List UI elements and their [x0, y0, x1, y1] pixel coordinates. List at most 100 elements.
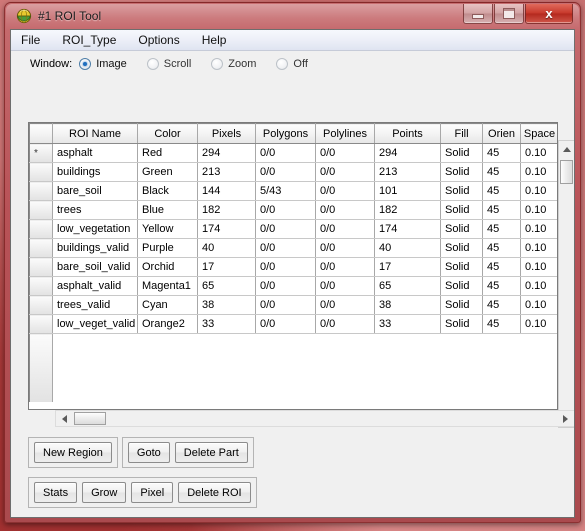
col-header-polylines[interactable]: Polylines: [315, 123, 375, 144]
cell-space[interactable]: 0.10: [520, 238, 557, 258]
cell-orien[interactable]: 45: [482, 238, 521, 258]
cell-orien[interactable]: 45: [482, 143, 521, 163]
cell-pixels[interactable]: 294: [197, 143, 256, 163]
table-row[interactable]: buildings Green 213 0/0 0/0 213 Solid 45…: [29, 162, 557, 182]
cell-pixels[interactable]: 65: [197, 276, 256, 296]
cell-fill[interactable]: Solid: [440, 143, 483, 163]
cell-color[interactable]: Green: [137, 162, 198, 182]
table-row[interactable]: buildings_valid Purple 40 0/0 0/0 40 Sol…: [29, 238, 557, 258]
table-row[interactable]: * asphalt Red 294 0/0 0/0 294 Solid 45 0…: [29, 143, 557, 163]
cell-polygons[interactable]: 0/0: [255, 238, 316, 258]
cell-space[interactable]: 0.10: [520, 200, 557, 220]
cell-pixels[interactable]: 17: [197, 257, 256, 277]
cell-polygons[interactable]: 0/0: [255, 257, 316, 277]
cell-polygons[interactable]: 0/0: [255, 314, 316, 334]
row-marker[interactable]: *: [29, 143, 53, 163]
cell-polygons[interactable]: 0/0: [255, 200, 316, 220]
cell-space[interactable]: 0.10: [520, 162, 557, 182]
row-marker[interactable]: [29, 276, 53, 296]
cell-polylines[interactable]: 0/0: [315, 219, 375, 239]
cell-points[interactable]: 33: [374, 314, 441, 334]
maximize-button[interactable]: [494, 4, 524, 24]
cell-roi-name[interactable]: low_veget_valid: [52, 314, 138, 334]
cell-orien[interactable]: 45: [482, 257, 521, 277]
cell-orien[interactable]: 45: [482, 314, 521, 334]
cell-color[interactable]: Yellow: [137, 219, 198, 239]
cell-fill[interactable]: Solid: [440, 162, 483, 182]
row-marker[interactable]: [29, 238, 53, 258]
cell-polygons[interactable]: 0/0: [255, 143, 316, 163]
cell-orien[interactable]: 45: [482, 162, 521, 182]
cell-polylines[interactable]: 0/0: [315, 143, 375, 163]
table-row[interactable]: asphalt_valid Magenta1 65 0/0 0/0 65 Sol…: [29, 276, 557, 296]
grow-button[interactable]: Grow: [82, 482, 127, 503]
cell-points[interactable]: 40: [374, 238, 441, 258]
table-row[interactable]: trees Blue 182 0/0 0/0 182 Solid 45 0.10: [29, 200, 557, 220]
goto-button[interactable]: Goto: [127, 442, 170, 463]
row-marker[interactable]: [29, 200, 53, 220]
col-header-color[interactable]: Color: [137, 123, 198, 144]
cell-polylines[interactable]: 0/0: [315, 181, 375, 201]
cell-roi-name[interactable]: bare_soil_valid: [52, 257, 138, 277]
cell-polylines[interactable]: 0/0: [315, 295, 375, 315]
cell-roi-name[interactable]: buildings_valid: [52, 238, 138, 258]
cell-roi-name[interactable]: asphalt: [52, 143, 138, 163]
cell-fill[interactable]: Solid: [440, 200, 483, 220]
col-header-space[interactable]: Space: [520, 123, 557, 144]
delete-roi-button[interactable]: Delete ROI: [178, 482, 251, 503]
cell-fill[interactable]: Solid: [440, 295, 483, 315]
cell-polylines[interactable]: 0/0: [315, 162, 375, 182]
cell-orien[interactable]: 45: [482, 181, 521, 201]
menu-roi-type[interactable]: ROI_Type: [60, 32, 118, 48]
cell-color[interactable]: Orange2: [137, 314, 198, 334]
close-button[interactable]: x: [525, 4, 573, 24]
radio-window-scroll[interactable]: Scroll: [146, 58, 191, 70]
cell-polylines[interactable]: 0/0: [315, 257, 375, 277]
pixel-button[interactable]: Pixel: [131, 482, 174, 503]
cell-points[interactable]: 174: [374, 219, 441, 239]
radio-window-zoom[interactable]: Zoom: [211, 58, 256, 70]
cell-pixels[interactable]: 174: [197, 219, 256, 239]
table-row[interactable]: bare_soil_valid Orchid 17 0/0 0/0 17 Sol…: [29, 257, 557, 277]
col-header-points[interactable]: Points: [374, 123, 441, 144]
cell-points[interactable]: 294: [374, 143, 441, 163]
cell-orien[interactable]: 45: [482, 295, 521, 315]
cell-points[interactable]: 65: [374, 276, 441, 296]
cell-color[interactable]: Red: [137, 143, 198, 163]
cell-color[interactable]: Cyan: [137, 295, 198, 315]
col-header-roi-name[interactable]: ROI Name: [52, 123, 138, 144]
cell-polygons[interactable]: 0/0: [255, 162, 316, 182]
cell-fill[interactable]: Solid: [440, 314, 483, 334]
cell-space[interactable]: 0.10: [520, 257, 557, 277]
cell-color[interactable]: Blue: [137, 200, 198, 220]
cell-pixels[interactable]: 213: [197, 162, 256, 182]
cell-polygons[interactable]: 0/0: [255, 219, 316, 239]
col-header-pixels[interactable]: Pixels: [197, 123, 256, 144]
cell-color[interactable]: Orchid: [137, 257, 198, 277]
cell-color[interactable]: Magenta1: [137, 276, 198, 296]
cell-space[interactable]: 0.10: [520, 143, 557, 163]
cell-orien[interactable]: 45: [482, 200, 521, 220]
cell-space[interactable]: 0.10: [520, 276, 557, 296]
cell-roi-name[interactable]: low_vegetation: [52, 219, 138, 239]
minimize-button[interactable]: [463, 4, 493, 24]
new-region-button[interactable]: New Region: [34, 442, 112, 463]
grid-vertical-scrollbar[interactable]: [558, 140, 574, 428]
cell-roi-name[interactable]: trees: [52, 200, 138, 220]
vertical-scroll-thumb[interactable]: [560, 160, 573, 184]
cell-pixels[interactable]: 40: [197, 238, 256, 258]
cell-pixels[interactable]: 38: [197, 295, 256, 315]
cell-space[interactable]: 0.10: [520, 314, 557, 334]
cell-polylines[interactable]: 0/0: [315, 276, 375, 296]
scroll-left-button[interactable]: [56, 411, 73, 426]
cell-fill[interactable]: Solid: [440, 238, 483, 258]
cell-points[interactable]: 213: [374, 162, 441, 182]
table-row[interactable]: bare_soil Black 144 5/43 0/0 101 Solid 4…: [29, 181, 557, 201]
scroll-right-button[interactable]: [557, 411, 574, 426]
delete-part-button[interactable]: Delete Part: [174, 442, 248, 463]
cell-points[interactable]: 17: [374, 257, 441, 277]
stats-button[interactable]: Stats: [34, 482, 78, 503]
cell-orien[interactable]: 45: [482, 219, 521, 239]
cell-fill[interactable]: Solid: [440, 181, 483, 201]
menu-file[interactable]: File: [19, 32, 42, 48]
